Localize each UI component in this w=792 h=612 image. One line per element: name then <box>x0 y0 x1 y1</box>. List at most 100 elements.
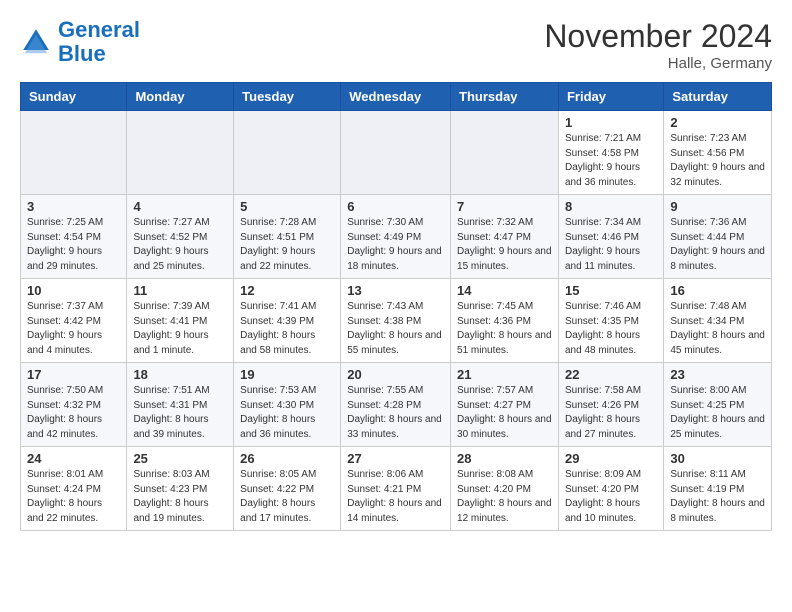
day-number: 5 <box>240 199 334 214</box>
day-info: Sunrise: 8:01 AM Sunset: 4:24 PM Dayligh… <box>27 468 120 526</box>
header-sunday: Sunday <box>21 83 127 111</box>
table-row: 6Sunrise: 7:30 AM Sunset: 4:49 PM Daylig… <box>341 195 451 279</box>
table-row: 2 Sunrise: 7:23 AM Sunset: 4:56 PM Daylig… <box>664 111 772 195</box>
location: Halle, Germany <box>544 55 772 72</box>
day-number: 3 <box>27 199 120 214</box>
page: General Blue November 2024 Halle, German… <box>0 0 792 541</box>
day-number: 10 <box>27 283 120 298</box>
table-row: 4 Sunrise: 7:27 AM Sunset: 4:52 PM Daylig… <box>127 195 234 279</box>
table-row: 10 Sunrise: 7:37 AM Sunset: 4:42 PM Dayli… <box>21 279 127 363</box>
day-number: 27 <box>347 451 444 466</box>
day-info: Sunrise: 8:09 AM Sunset: 4:20 PM Dayligh… <box>565 468 657 526</box>
calendar-week-row: 3Sunrise: 7:25 AM Sunset: 4:54 PM Daylig… <box>21 195 772 279</box>
calendar-week-row: 17Sunrise: 7:50 AM Sunset: 4:32 PM Dayli… <box>21 363 772 447</box>
header-friday: Friday <box>558 83 663 111</box>
table-row: 8 Sunrise: 7:34 AM Sunset: 4:46 PM Daylig… <box>558 195 663 279</box>
day-info: Sunrise: 7:30 AM Sunset: 4:49 PM Dayligh… <box>347 216 444 274</box>
day-number: 16 <box>670 283 765 298</box>
day-info: Sunrise: 7:45 AM Sunset: 4:36 PM Dayligh… <box>457 300 552 358</box>
calendar-table: Sunday Monday Tuesday Wednesday Thursday… <box>20 82 772 531</box>
day-number: 1 <box>565 115 657 130</box>
day-info: Sunrise: 7:51 AM Sunset: 4:31 PM Dayligh… <box>133 384 227 442</box>
day-info: Sunrise: 7:57 AM Sunset: 4:27 PM Dayligh… <box>457 384 552 442</box>
day-number: 26 <box>240 451 334 466</box>
table-row <box>451 111 559 195</box>
table-row: 29 Sunrise: 8:09 AM Sunset: 4:20 PM Dayli… <box>558 447 663 531</box>
day-number: 24 <box>27 451 120 466</box>
day-number: 14 <box>457 283 552 298</box>
table-row: 16 Sunrise: 7:48 AM Sunset: 4:34 PM Dayli… <box>664 279 772 363</box>
day-number: 29 <box>565 451 657 466</box>
logo-icon <box>20 26 52 58</box>
day-number: 7 <box>457 199 552 214</box>
table-row: 19 Sunrise: 7:53 AM Sunset: 4:30 PM Dayli… <box>234 363 341 447</box>
day-info: Sunrise: 7:39 AM Sunset: 4:41 PM Dayligh… <box>133 300 227 358</box>
day-number: 20 <box>347 367 444 382</box>
table-row: 28 Sunrise: 8:08 AM Sunset: 4:20 PM Dayli… <box>451 447 559 531</box>
header-tuesday: Tuesday <box>234 83 341 111</box>
table-row: 15 Sunrise: 7:46 AM Sunset: 4:35 PM Dayli… <box>558 279 663 363</box>
day-number: 21 <box>457 367 552 382</box>
table-row <box>127 111 234 195</box>
day-info: Sunrise: 7:28 AM Sunset: 4:51 PM Dayligh… <box>240 216 334 274</box>
day-number: 2 <box>670 115 765 130</box>
calendar-header-row: Sunday Monday Tuesday Wednesday Thursday… <box>21 83 772 111</box>
day-info: Sunrise: 7:58 AM Sunset: 4:26 PM Dayligh… <box>565 384 657 442</box>
table-row: 17Sunrise: 7:50 AM Sunset: 4:32 PM Dayli… <box>21 363 127 447</box>
day-info: Sunrise: 7:53 AM Sunset: 4:30 PM Dayligh… <box>240 384 334 442</box>
header-monday: Monday <box>127 83 234 111</box>
day-number: 23 <box>670 367 765 382</box>
day-number: 18 <box>133 367 227 382</box>
day-number: 13 <box>347 283 444 298</box>
day-info: Sunrise: 7:32 AM Sunset: 4:47 PM Dayligh… <box>457 216 552 274</box>
logo-line2: Blue <box>58 41 106 66</box>
table-row: 21 Sunrise: 7:57 AM Sunset: 4:27 PM Dayli… <box>451 363 559 447</box>
logo-line1: General <box>58 17 140 42</box>
table-row: 25 Sunrise: 8:03 AM Sunset: 4:23 PM Dayli… <box>127 447 234 531</box>
table-row: 11Sunrise: 7:39 AM Sunset: 4:41 PM Dayli… <box>127 279 234 363</box>
table-row: 18 Sunrise: 7:51 AM Sunset: 4:31 PM Dayli… <box>127 363 234 447</box>
month-title: November 2024 <box>544 18 772 55</box>
day-info: Sunrise: 7:50 AM Sunset: 4:32 PM Dayligh… <box>27 384 120 442</box>
table-row <box>341 111 451 195</box>
day-number: 12 <box>240 283 334 298</box>
day-info: Sunrise: 7:46 AM Sunset: 4:35 PM Dayligh… <box>565 300 657 358</box>
table-row: 24 Sunrise: 8:01 AM Sunset: 4:24 PM Dayli… <box>21 447 127 531</box>
day-info: Sunrise: 8:08 AM Sunset: 4:20 PM Dayligh… <box>457 468 552 526</box>
day-info: Sunrise: 8:03 AM Sunset: 4:23 PM Dayligh… <box>133 468 227 526</box>
header: General Blue November 2024 Halle, German… <box>20 18 772 72</box>
table-row <box>234 111 341 195</box>
header-wednesday: Wednesday <box>341 83 451 111</box>
calendar-week-row: 10 Sunrise: 7:37 AM Sunset: 4:42 PM Dayli… <box>21 279 772 363</box>
table-row <box>21 111 127 195</box>
day-number: 4 <box>133 199 227 214</box>
day-number: 25 <box>133 451 227 466</box>
header-saturday: Saturday <box>664 83 772 111</box>
day-info: Sunrise: 7:41 AM Sunset: 4:39 PM Dayligh… <box>240 300 334 358</box>
day-info: Sunrise: 8:05 AM Sunset: 4:22 PM Dayligh… <box>240 468 334 526</box>
day-info: Sunrise: 7:23 AM Sunset: 4:56 PM Dayligh… <box>670 132 765 190</box>
table-row: 23Sunrise: 8:00 AM Sunset: 4:25 PM Dayli… <box>664 363 772 447</box>
day-number: 15 <box>565 283 657 298</box>
day-info: Sunrise: 7:37 AM Sunset: 4:42 PM Dayligh… <box>27 300 120 358</box>
day-number: 8 <box>565 199 657 214</box>
day-info: Sunrise: 7:27 AM Sunset: 4:52 PM Dayligh… <box>133 216 227 274</box>
header-thursday: Thursday <box>451 83 559 111</box>
day-number: 28 <box>457 451 552 466</box>
day-number: 22 <box>565 367 657 382</box>
table-row: 14 Sunrise: 7:45 AM Sunset: 4:36 PM Dayli… <box>451 279 559 363</box>
table-row: 1 Sunrise: 7:21 AM Sunset: 4:58 PM Daylig… <box>558 111 663 195</box>
day-info: Sunrise: 7:36 AM Sunset: 4:44 PM Dayligh… <box>670 216 765 274</box>
day-number: 19 <box>240 367 334 382</box>
day-info: Sunrise: 7:34 AM Sunset: 4:46 PM Dayligh… <box>565 216 657 274</box>
table-row: 7 Sunrise: 7:32 AM Sunset: 4:47 PM Daylig… <box>451 195 559 279</box>
day-info: Sunrise: 7:21 AM Sunset: 4:58 PM Dayligh… <box>565 132 657 190</box>
table-row: 30Sunrise: 8:11 AM Sunset: 4:19 PM Dayli… <box>664 447 772 531</box>
day-number: 9 <box>670 199 765 214</box>
day-info: Sunrise: 7:48 AM Sunset: 4:34 PM Dayligh… <box>670 300 765 358</box>
logo: General Blue <box>20 18 140 66</box>
day-info: Sunrise: 7:55 AM Sunset: 4:28 PM Dayligh… <box>347 384 444 442</box>
table-row: 5 Sunrise: 7:28 AM Sunset: 4:51 PM Daylig… <box>234 195 341 279</box>
table-row: 27 Sunrise: 8:06 AM Sunset: 4:21 PM Dayli… <box>341 447 451 531</box>
day-info: Sunrise: 8:06 AM Sunset: 4:21 PM Dayligh… <box>347 468 444 526</box>
